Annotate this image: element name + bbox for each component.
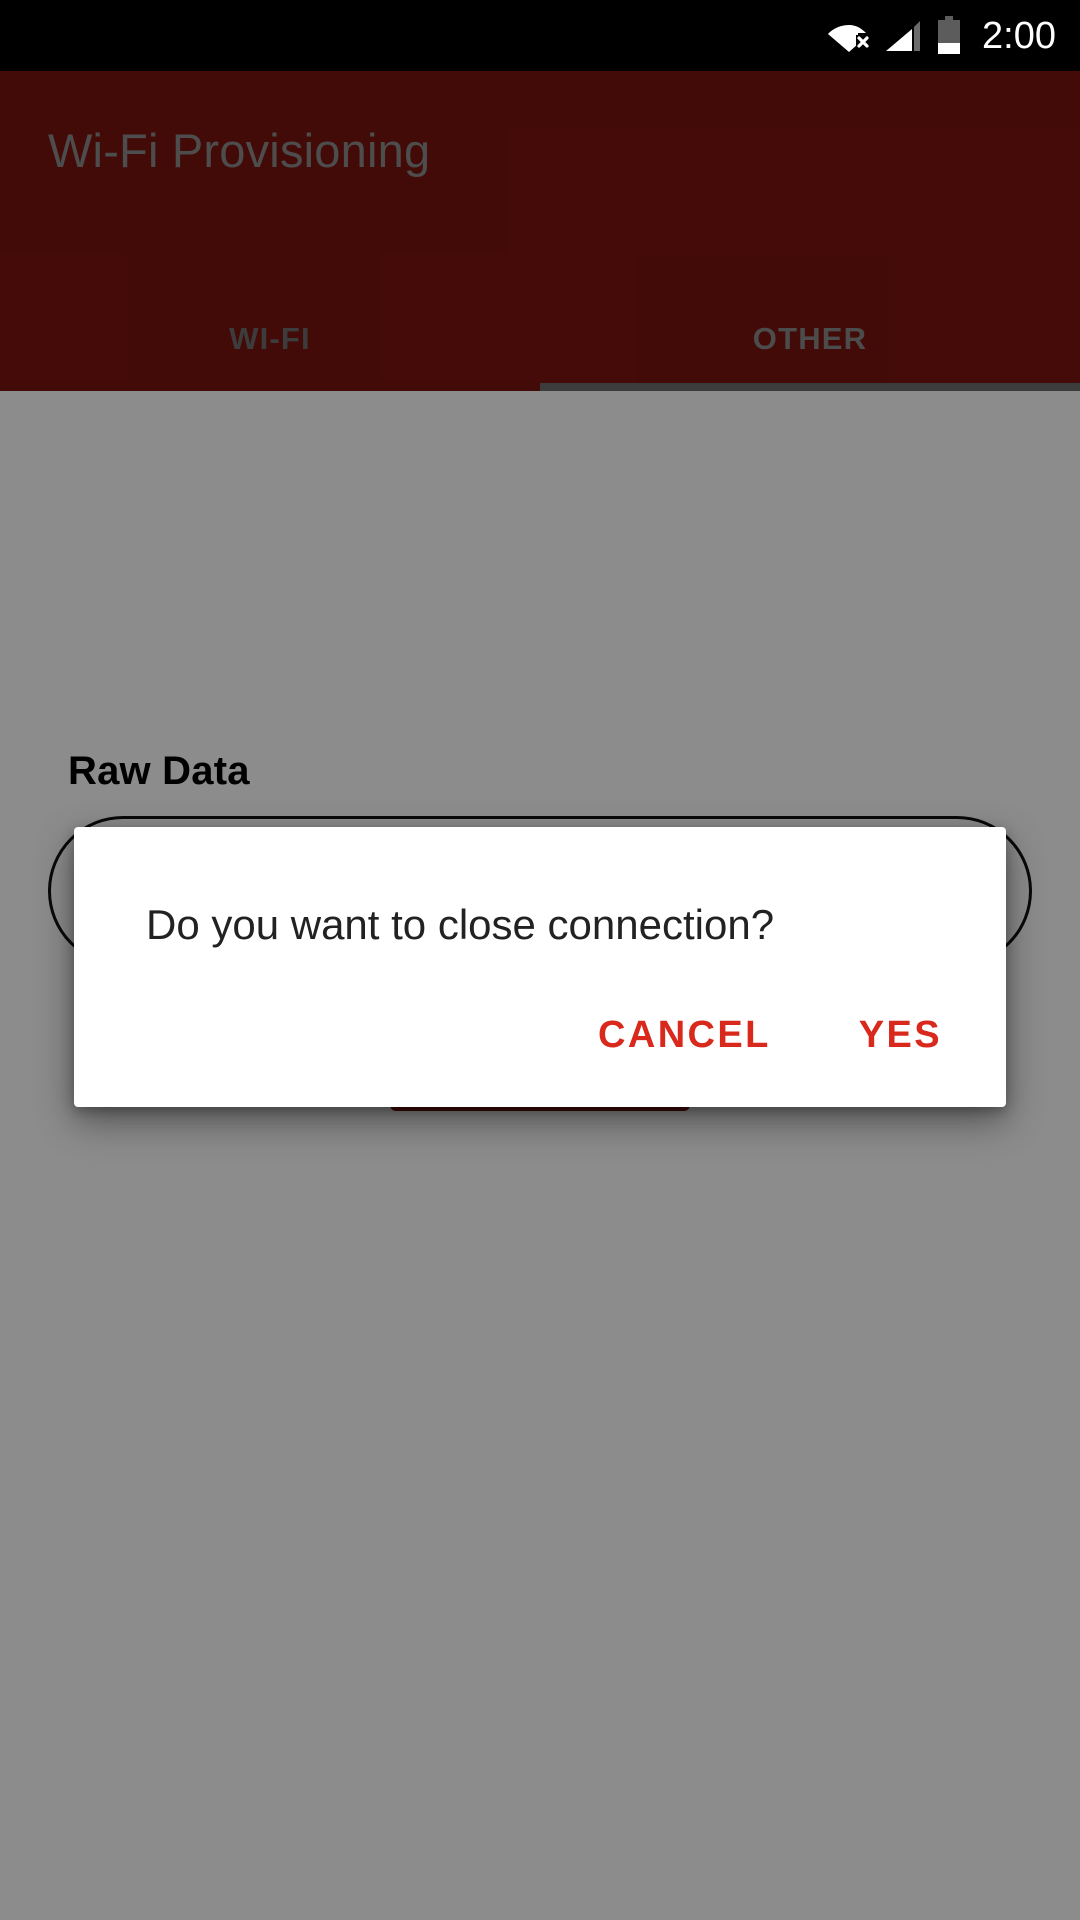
status-icons	[828, 15, 962, 56]
app-bar: Wi-Fi Provisioning WI-FI OTHER	[0, 71, 1080, 391]
yes-button[interactable]: YES	[843, 1004, 958, 1067]
tab-content-other: Raw Data	[0, 391, 1080, 1920]
tab-other[interactable]: OTHER	[540, 287, 1080, 391]
status-bar: 2:00	[0, 0, 1080, 71]
page-title: Wi-Fi Provisioning	[48, 124, 431, 177]
cancel-button[interactable]: CANCEL	[582, 1004, 787, 1067]
dialog-message: Do you want to close connection?	[146, 901, 775, 948]
tab-selected-indicator	[540, 383, 1080, 391]
tab-wifi-label: WI-FI	[229, 321, 311, 356]
battery-icon	[936, 15, 962, 56]
tab-bar: WI-FI OTHER	[0, 287, 1080, 391]
phone-screen: Wi-Fi Provisioning WI-FI OTHER Raw Data	[0, 0, 1080, 1920]
confirm-dialog: Do you want to close connection? CANCEL …	[74, 827, 1006, 1107]
tab-wifi[interactable]: WI-FI	[0, 287, 540, 391]
dialog-actions: CANCEL YES	[74, 952, 1006, 1107]
status-time: 2:00	[982, 14, 1056, 57]
cellular-signal-icon	[884, 19, 922, 53]
tab-other-label: OTHER	[752, 321, 868, 356]
raw-data-label: Raw Data	[68, 749, 250, 793]
wifi-off-icon	[828, 19, 871, 53]
